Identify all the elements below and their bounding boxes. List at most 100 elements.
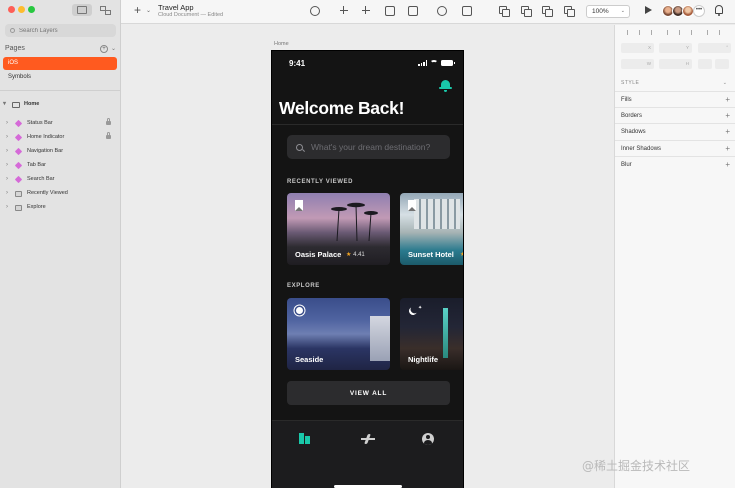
card-nightlife[interactable]: ✦ Nightlife — [400, 298, 463, 370]
section-label: Fills — [621, 97, 632, 103]
chevron-down-icon: ⌄ — [620, 8, 625, 14]
shadows-section[interactable]: Shadows + — [615, 123, 735, 139]
lock-icon[interactable] — [106, 132, 111, 139]
align-left-icon[interactable] — [627, 30, 631, 35]
tab-flights-airplane-icon[interactable] — [361, 433, 375, 445]
tab-explore-buildings-icon[interactable] — [299, 433, 313, 445]
union-icon[interactable] — [499, 6, 510, 17]
add-fill-icon[interactable]: + — [725, 92, 730, 108]
add-border-icon[interactable]: + — [725, 108, 730, 124]
blur-section[interactable]: Blur + — [615, 156, 735, 172]
add-blur-icon[interactable]: + — [725, 157, 730, 173]
style-header: STYLE — [621, 80, 640, 86]
align-middle-icon[interactable] — [679, 30, 683, 35]
layer-row[interactable]: › Search Bar — [0, 173, 121, 186]
star-icon: ✦ — [418, 305, 423, 311]
layer-row[interactable]: › Explore — [0, 201, 121, 214]
add-page-icon[interactable]: + — [99, 44, 108, 53]
mask-icon[interactable] — [437, 6, 447, 16]
components-toggle-button[interactable] — [95, 4, 115, 16]
close-window-button[interactable] — [8, 6, 15, 13]
layer-row[interactable]: › Navigation Bar — [0, 145, 121, 158]
search-layers-input[interactable] — [19, 27, 109, 34]
chevron-down-icon[interactable]: ⌄ — [111, 45, 116, 52]
width-field[interactable]: W — [621, 59, 654, 69]
canvas[interactable]: Home 9:41 Welcome Back! RECENTLY VIEWED — [121, 25, 614, 488]
align-center-icon[interactable] — [639, 30, 643, 35]
zoom-window-button[interactable] — [28, 6, 35, 13]
difference-icon[interactable] — [564, 6, 575, 17]
page-item-ios[interactable]: iOS — [3, 57, 117, 70]
view-all-button[interactable]: VIEW ALL — [287, 381, 450, 405]
chevron-right-icon[interactable]: › — [6, 187, 8, 200]
bookmark-icon[interactable] — [295, 200, 303, 211]
chevron-down-icon[interactable]: ⌄ — [146, 7, 151, 14]
scale-icon[interactable] — [408, 6, 418, 16]
create-symbol-icon[interactable] — [310, 6, 320, 16]
card-oasis-palace[interactable]: Oasis Palace ★ 4.41 — [287, 193, 390, 265]
bookmark-icon[interactable] — [408, 200, 416, 211]
chevron-down-icon[interactable]: ⌄ — [723, 80, 727, 86]
align-bottom-icon[interactable] — [339, 6, 349, 16]
zoom-select[interactable]: 100% ⌄ — [586, 5, 630, 18]
align-bottom-icon[interactable] — [691, 30, 695, 35]
chevron-right-icon[interactable]: › — [6, 173, 8, 186]
chevron-down-icon[interactable]: ▾ — [3, 98, 6, 111]
layer-row[interactable]: › Home Indicator — [0, 131, 121, 144]
layer-label: Home Indicator — [27, 134, 65, 140]
resize-icon[interactable] — [462, 6, 472, 16]
distribute-horizontal-icon[interactable] — [707, 30, 711, 35]
align-right-icon[interactable] — [651, 30, 655, 35]
y-field[interactable]: Y — [659, 43, 692, 53]
hotel-image — [414, 199, 460, 229]
chevron-right-icon[interactable]: › — [6, 201, 8, 214]
add-inner-shadow-icon[interactable]: + — [725, 141, 730, 157]
minimize-window-button[interactable] — [18, 6, 25, 13]
borders-section[interactable]: Borders + — [615, 107, 735, 123]
more-collaborators-icon[interactable]: ••• — [693, 5, 705, 17]
chevron-right-icon[interactable]: › — [6, 159, 8, 172]
card-seaside[interactable]: Seaside — [287, 298, 390, 370]
intersect-icon[interactable] — [542, 6, 553, 17]
flip-horizontal-button[interactable] — [698, 59, 712, 69]
layer-artboard-home[interactable]: ▾ Home — [0, 98, 121, 111]
distribute-vertical-icon[interactable] — [719, 30, 723, 35]
search-layers-field[interactable] — [5, 24, 116, 37]
artboard-label[interactable]: Home — [274, 41, 289, 47]
sun-icon — [296, 307, 303, 314]
lock-icon[interactable] — [106, 118, 111, 125]
frame-icon[interactable] — [385, 6, 395, 16]
chevron-right-icon[interactable]: › — [6, 131, 8, 144]
bell-icon[interactable] — [439, 80, 452, 92]
sidebar-icon — [77, 6, 87, 14]
subtract-icon[interactable] — [521, 6, 532, 17]
x-field[interactable]: X — [621, 43, 654, 53]
layer-row[interactable]: › Status Bar — [0, 117, 121, 130]
artboard-home[interactable]: 9:41 Welcome Back! RECENTLY VIEWED — [271, 50, 464, 488]
notifications-bell-icon[interactable] — [715, 5, 723, 16]
tab-profile-user-icon[interactable] — [422, 433, 434, 445]
section-label: Blur — [621, 162, 632, 168]
insert-plus-icon[interactable]: + — [134, 4, 141, 16]
add-shadow-icon[interactable]: + — [725, 124, 730, 140]
star-icon: ★ — [460, 252, 463, 258]
layer-row[interactable]: › Recently Viewed — [0, 187, 121, 200]
recently-viewed-heading: RECENTLY VIEWED — [287, 179, 354, 185]
chevron-right-icon[interactable]: › — [6, 145, 8, 158]
align-top-icon[interactable] — [667, 30, 671, 35]
height-field[interactable]: H — [659, 59, 692, 69]
layer-row[interactable]: › Tab Bar — [0, 159, 121, 172]
inner-shadows-section[interactable]: Inner Shadows + — [615, 140, 735, 156]
star-icon: ★ — [346, 252, 352, 258]
card-sunset-hotel[interactable]: Sunset Hotel ★ — [400, 193, 463, 265]
search-input[interactable] — [310, 142, 450, 152]
sidebar-toggle-button[interactable] — [72, 4, 92, 16]
align-top-icon[interactable] — [361, 6, 371, 16]
chevron-right-icon[interactable]: › — [6, 117, 8, 130]
rotation-field[interactable]: ° — [698, 43, 731, 53]
preview-play-icon[interactable] — [645, 6, 652, 14]
search-bar[interactable] — [287, 135, 450, 159]
fills-section[interactable]: Fills + — [615, 91, 735, 107]
page-item-symbols[interactable]: Symbols — [3, 71, 117, 84]
flip-vertical-button[interactable] — [715, 59, 729, 69]
